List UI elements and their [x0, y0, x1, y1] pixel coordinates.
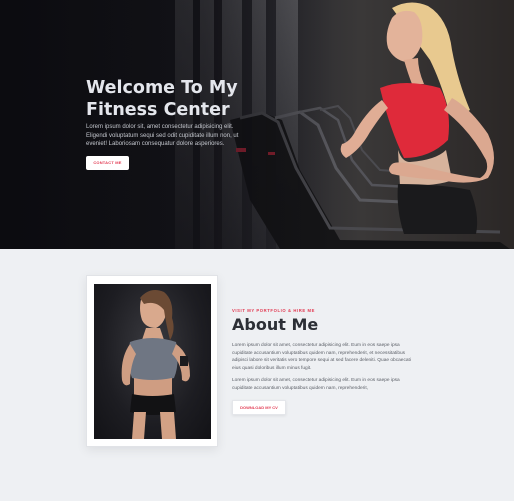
about-paragraph-1: Lorem ipsum dolor sit amet, consectetur … [232, 343, 411, 371]
hero-title-line2: Fitness Center [86, 100, 230, 120]
hero-overlay [0, 0, 514, 249]
hero-title-line1: Welcome To My [86, 78, 238, 98]
about-heading: About Me [232, 315, 319, 334]
download-cv-button[interactable]: DOWNLOAD MY CV [232, 400, 286, 415]
hero-title: Welcome To My Fitness Center [86, 77, 286, 121]
about-eyebrow: VISIT MY PORTFOLIO & HIRE ME [232, 308, 316, 313]
hero-description: Lorem ipsum dolor sit, amet consectetur … [86, 124, 239, 147]
hero-section: Welcome To My Fitness Center Lorem ipsum… [0, 0, 514, 249]
trainer-figure [121, 290, 190, 439]
contact-me-button[interactable]: CONTACT ME [86, 156, 129, 170]
about-paragraph-2: Lorem ipsum dolor sit amet, consectetur … [232, 378, 400, 391]
portrait-photo [94, 284, 211, 439]
